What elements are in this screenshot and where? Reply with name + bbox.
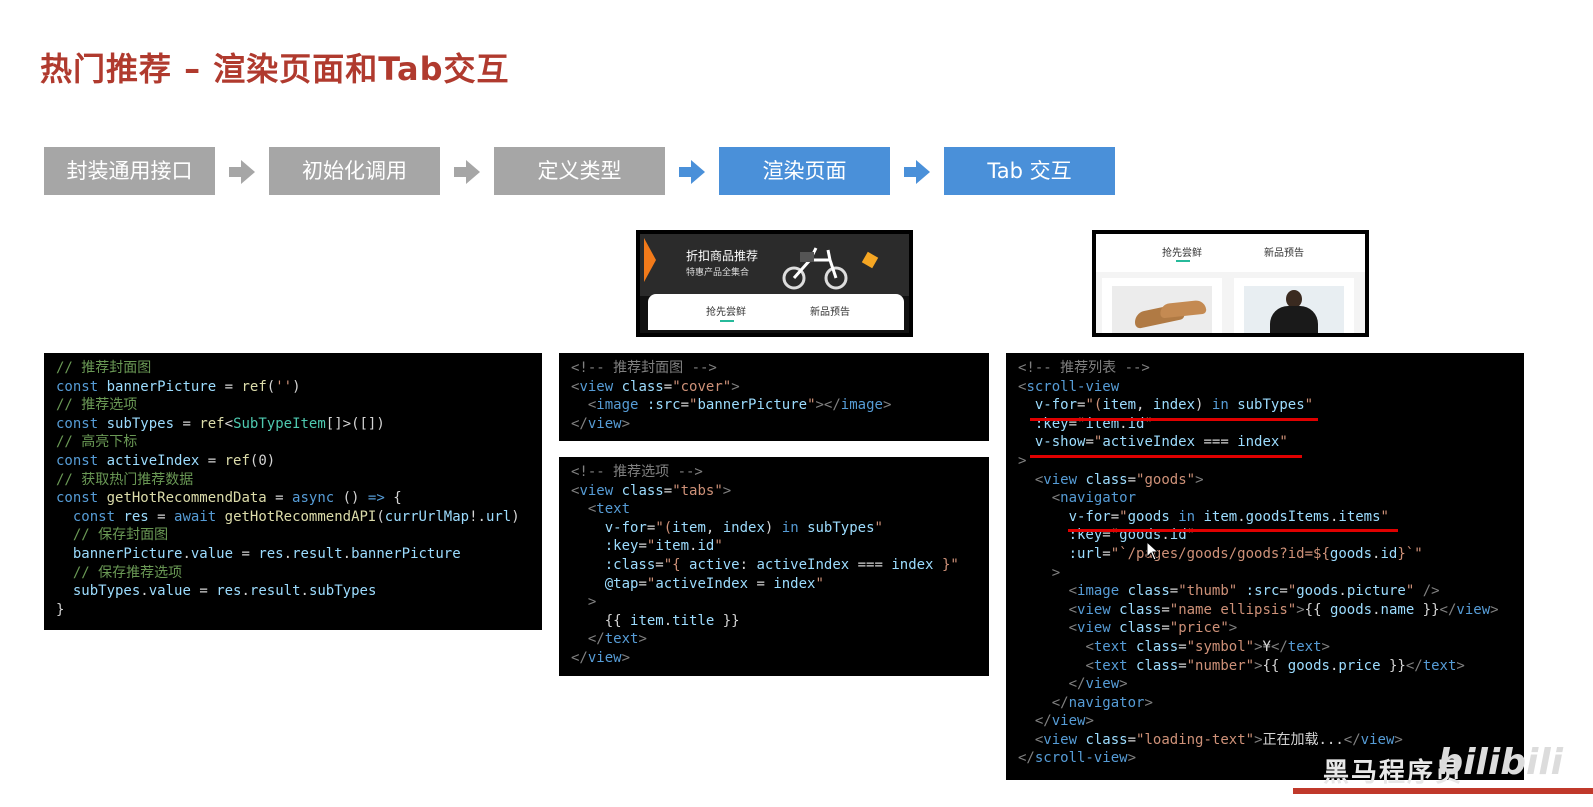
step-render-page: 渲染页面 xyxy=(719,147,890,195)
mouse-cursor-icon xyxy=(1146,541,1160,561)
goods-card[interactable] xyxy=(1102,278,1222,333)
code-block-script: // 推荐封面图 const bannerPicture = ref('')// … xyxy=(44,353,542,630)
code-block-tabs-template: <!-- 推荐选项 --> <view class="tabs"> <text v… xyxy=(559,457,989,676)
goods-card[interactable] xyxy=(1234,278,1354,333)
code-block-cover-template: <!-- 推荐封面图 --> <view class="cover"> <imag… xyxy=(559,353,989,441)
bottom-accent-bar xyxy=(1293,788,1593,794)
banner-decoration xyxy=(861,251,879,269)
tab-bar: 抢先尝鲜 新品预告 xyxy=(1096,234,1365,272)
arrow-right-icon xyxy=(229,159,255,185)
arrow-right-icon xyxy=(904,159,930,185)
loading-text: 正在加载... xyxy=(1262,731,1344,748)
tab-first[interactable]: 抢先尝鲜 xyxy=(1162,244,1202,259)
highlight-underline xyxy=(1030,455,1302,458)
banner-accent xyxy=(644,238,656,282)
banner-subtitle: 特惠产品全集合 xyxy=(686,268,750,278)
banner-title: 折扣商品推荐 xyxy=(686,249,759,263)
bilibili-logo: bilibili xyxy=(1437,742,1563,783)
preview-goods-list: 抢先尝鲜 新品预告 xyxy=(1092,230,1369,337)
step-tab-interaction: Tab 交互 xyxy=(944,147,1115,195)
arrow-right-icon xyxy=(454,159,480,185)
tab-second[interactable]: 新品预告 xyxy=(1264,244,1304,259)
highlight-underline xyxy=(1030,418,1318,421)
step-init-call: 初始化调用 xyxy=(269,147,440,195)
preview-banner-tabs: 折扣商品推荐 特惠产品全集合 抢先尝鲜 新品预告 xyxy=(636,230,913,337)
step-define-types: 定义类型 xyxy=(494,147,665,195)
highlight-underline xyxy=(1068,529,1398,532)
goods-thumb-jacket xyxy=(1244,286,1344,333)
tab-bar: 抢先尝鲜 新品预告 xyxy=(648,294,904,330)
step-wrap-api: 封装通用接口 xyxy=(44,147,215,195)
goods-thumb-shoes xyxy=(1112,286,1212,333)
banner-image: 折扣商品推荐 特惠产品全集合 xyxy=(640,234,909,296)
bicycle-image xyxy=(782,247,848,290)
tab-active-indicator xyxy=(720,320,734,322)
tab-first[interactable]: 抢先尝鲜 xyxy=(706,303,746,318)
arrow-right-icon xyxy=(679,159,705,185)
tab-second[interactable]: 新品预告 xyxy=(810,303,850,318)
tab-active-indicator xyxy=(1176,260,1190,262)
page-title: 热门推荐 – 渲染页面和Tab交互 xyxy=(40,50,510,88)
